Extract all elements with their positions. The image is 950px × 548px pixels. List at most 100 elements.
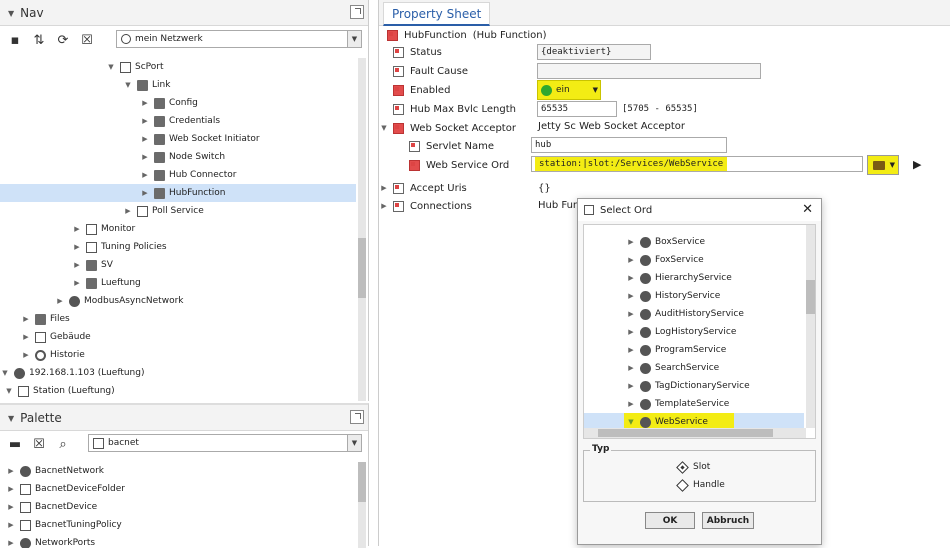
web-service-ord-input[interactable]: station:|slot:/Services/WebService bbox=[531, 156, 863, 172]
maximize-icon[interactable] bbox=[350, 410, 364, 424]
radio-selected-icon[interactable] bbox=[676, 461, 689, 474]
chevron-right-icon[interactable]: ▶ bbox=[72, 243, 82, 251]
chevron-down-icon[interactable]: ▼ bbox=[347, 435, 361, 451]
chevron-right-icon[interactable]: ▶ bbox=[72, 261, 82, 269]
chevron-right-icon[interactable]: ▶ bbox=[21, 351, 31, 359]
chevron-right-icon[interactable]: ▶ bbox=[140, 99, 150, 107]
palette-item[interactable]: ▶BacnetNetwork bbox=[0, 462, 104, 480]
radio-unselected-icon[interactable] bbox=[676, 479, 689, 492]
play-arrow-icon[interactable]: ▶ bbox=[913, 158, 921, 171]
tree-node[interactable]: ▶Tuning Policies bbox=[0, 238, 356, 256]
service-item[interactable]: ▶BoxService bbox=[584, 233, 804, 251]
palette-item[interactable]: ▶BacnetDeviceFolder bbox=[0, 480, 125, 498]
chevron-right-icon[interactable]: ▶ bbox=[626, 382, 636, 390]
nav-scroll-thumb[interactable] bbox=[358, 238, 366, 298]
chevron-right-icon[interactable]: ▶ bbox=[626, 346, 636, 354]
chevron-right-icon[interactable]: ▶ bbox=[140, 117, 150, 125]
service-scroll-thumb[interactable] bbox=[806, 280, 815, 314]
chevron-right-icon[interactable]: ▶ bbox=[626, 238, 636, 246]
tab-property-sheet[interactable]: Property Sheet bbox=[383, 2, 490, 26]
palette-item[interactable]: ▶BacnetTuningPolicy bbox=[0, 516, 122, 534]
tree-node[interactable]: ▶Lueftung bbox=[0, 274, 356, 292]
sync-arrows-icon[interactable]: ⇅ bbox=[30, 31, 48, 49]
close-icon[interactable]: ✕ bbox=[802, 202, 813, 217]
service-item[interactable]: ▶AuditHistoryService bbox=[584, 305, 804, 323]
tree-node[interactable]: ▶Historie bbox=[0, 346, 356, 364]
service-item[interactable]: ▶TemplateService bbox=[584, 395, 804, 413]
enabled-select[interactable]: ein ▼ bbox=[537, 80, 601, 100]
palette-scroll-thumb[interactable] bbox=[358, 462, 366, 502]
nav-tab[interactable]: ▼ Nav bbox=[0, 0, 52, 26]
tree-node[interactable]: ▶Config bbox=[0, 94, 356, 112]
chevron-right-icon[interactable]: ▶ bbox=[72, 279, 82, 287]
ok-button[interactable]: OK bbox=[645, 512, 695, 529]
tree-node[interactable]: ▶Monitor bbox=[0, 220, 356, 238]
service-item[interactable]: ▶ProgramService bbox=[584, 341, 804, 359]
ord-combo[interactable]: mein Netzwerk ▼ bbox=[116, 30, 362, 48]
chevron-right-icon[interactable]: ▶ bbox=[21, 315, 31, 323]
chevron-right-icon[interactable]: ▶ bbox=[6, 467, 16, 475]
chevron-right-icon[interactable]: ▶ bbox=[626, 400, 636, 408]
chevron-down-icon[interactable]: ▼ bbox=[347, 31, 361, 47]
chevron-right-icon[interactable]: ▶ bbox=[6, 521, 16, 529]
nav-scrollbar[interactable] bbox=[358, 58, 366, 401]
chevron-right-icon[interactable]: ▶ bbox=[140, 135, 150, 143]
chevron-down-icon[interactable]: ▼ bbox=[8, 414, 14, 423]
service-item[interactable]: ▶HistoryService bbox=[584, 287, 804, 305]
servlet-name-input[interactable]: hub bbox=[531, 137, 727, 153]
chevron-right-icon[interactable]: ▶ bbox=[72, 225, 82, 233]
radio-slot[interactable]: Slot bbox=[678, 462, 710, 472]
chevron-right-icon[interactable]: ▶ bbox=[123, 207, 133, 215]
palette-combo[interactable]: bacnet ▼ bbox=[88, 434, 362, 452]
tree-node[interactable]: ▶Node Switch bbox=[0, 148, 356, 166]
service-item[interactable]: ▶HierarchyService bbox=[584, 269, 804, 287]
chevron-right-icon[interactable]: ▶ bbox=[626, 292, 636, 300]
service-item[interactable]: ▶SearchService bbox=[584, 359, 804, 377]
find-icon[interactable]: ⌕ bbox=[54, 435, 72, 453]
chevron-down-icon[interactable]: ▼ bbox=[593, 86, 598, 94]
chevron-down-icon[interactable]: ▼ bbox=[8, 9, 14, 18]
chevron-right-icon[interactable]: ▶ bbox=[6, 503, 16, 511]
chevron-right-icon[interactable]: ▶ bbox=[379, 202, 389, 210]
tree-node[interactable]: ▶Files bbox=[0, 310, 356, 328]
tree-node[interactable]: ▼Link bbox=[0, 76, 356, 94]
tree-node[interactable]: ▶Web Socket Initiator bbox=[0, 130, 356, 148]
chevron-down-icon[interactable]: ▼ bbox=[0, 369, 10, 377]
service-hscrollbar[interactable] bbox=[584, 428, 806, 438]
hub-max-bvlc-input[interactable]: 65535 bbox=[537, 101, 617, 117]
palette-tab[interactable]: ▼ Palette bbox=[0, 405, 70, 431]
chevron-down-icon[interactable]: ▼ bbox=[123, 81, 133, 89]
ord-chooser-button[interactable]: ▼ bbox=[867, 155, 899, 175]
tree-node[interactable]: ▶Gebäude bbox=[0, 328, 356, 346]
chevron-right-icon[interactable]: ▶ bbox=[626, 328, 636, 336]
chevron-down-icon[interactable]: ▼ bbox=[890, 161, 895, 169]
chevron-down-icon[interactable]: ▼ bbox=[379, 124, 389, 132]
maximize-icon[interactable] bbox=[350, 5, 364, 19]
chevron-right-icon[interactable]: ▶ bbox=[626, 256, 636, 264]
palette-scrollbar[interactable] bbox=[358, 462, 366, 548]
open-folder-icon[interactable]: ▬ bbox=[6, 435, 24, 453]
tree-node[interactable]: ▼ScPort bbox=[0, 58, 356, 76]
chevron-right-icon[interactable]: ▶ bbox=[626, 364, 636, 372]
close-palette-icon[interactable]: ☒ bbox=[30, 435, 48, 453]
refresh-icon[interactable]: ⟳ bbox=[54, 31, 72, 49]
tree-node[interactable]: ▶Poll Service bbox=[0, 202, 356, 220]
radio-handle[interactable]: Handle bbox=[678, 480, 725, 490]
chevron-right-icon[interactable]: ▶ bbox=[626, 310, 636, 318]
service-hscroll-thumb[interactable] bbox=[598, 429, 773, 437]
chevron-right-icon[interactable]: ▶ bbox=[21, 333, 31, 341]
service-scrollbar[interactable] bbox=[806, 225, 815, 428]
tree-node[interactable]: ▼Station (Lueftung) bbox=[0, 382, 356, 400]
tree-node[interactable]: ▶ModbusAsyncNetwork bbox=[0, 292, 356, 310]
tree-node[interactable]: ▼192.168.1.103 (Lueftung) bbox=[0, 364, 356, 382]
service-item[interactable]: ▶LogHistoryService bbox=[584, 323, 804, 341]
chevron-right-icon[interactable]: ▶ bbox=[140, 189, 150, 197]
tree-node[interactable]: ▶SV bbox=[0, 256, 356, 274]
chevron-down-icon[interactable]: ▼ bbox=[4, 387, 14, 395]
tree-node[interactable]: ▶HubFunction bbox=[0, 184, 356, 202]
chevron-right-icon[interactable]: ▶ bbox=[626, 274, 636, 282]
cancel-button[interactable]: Abbruch bbox=[702, 512, 754, 529]
service-item[interactable]: ▶FoxService bbox=[584, 251, 804, 269]
chevron-down-icon[interactable]: ▼ bbox=[106, 63, 116, 71]
chevron-right-icon[interactable]: ▶ bbox=[140, 171, 150, 179]
